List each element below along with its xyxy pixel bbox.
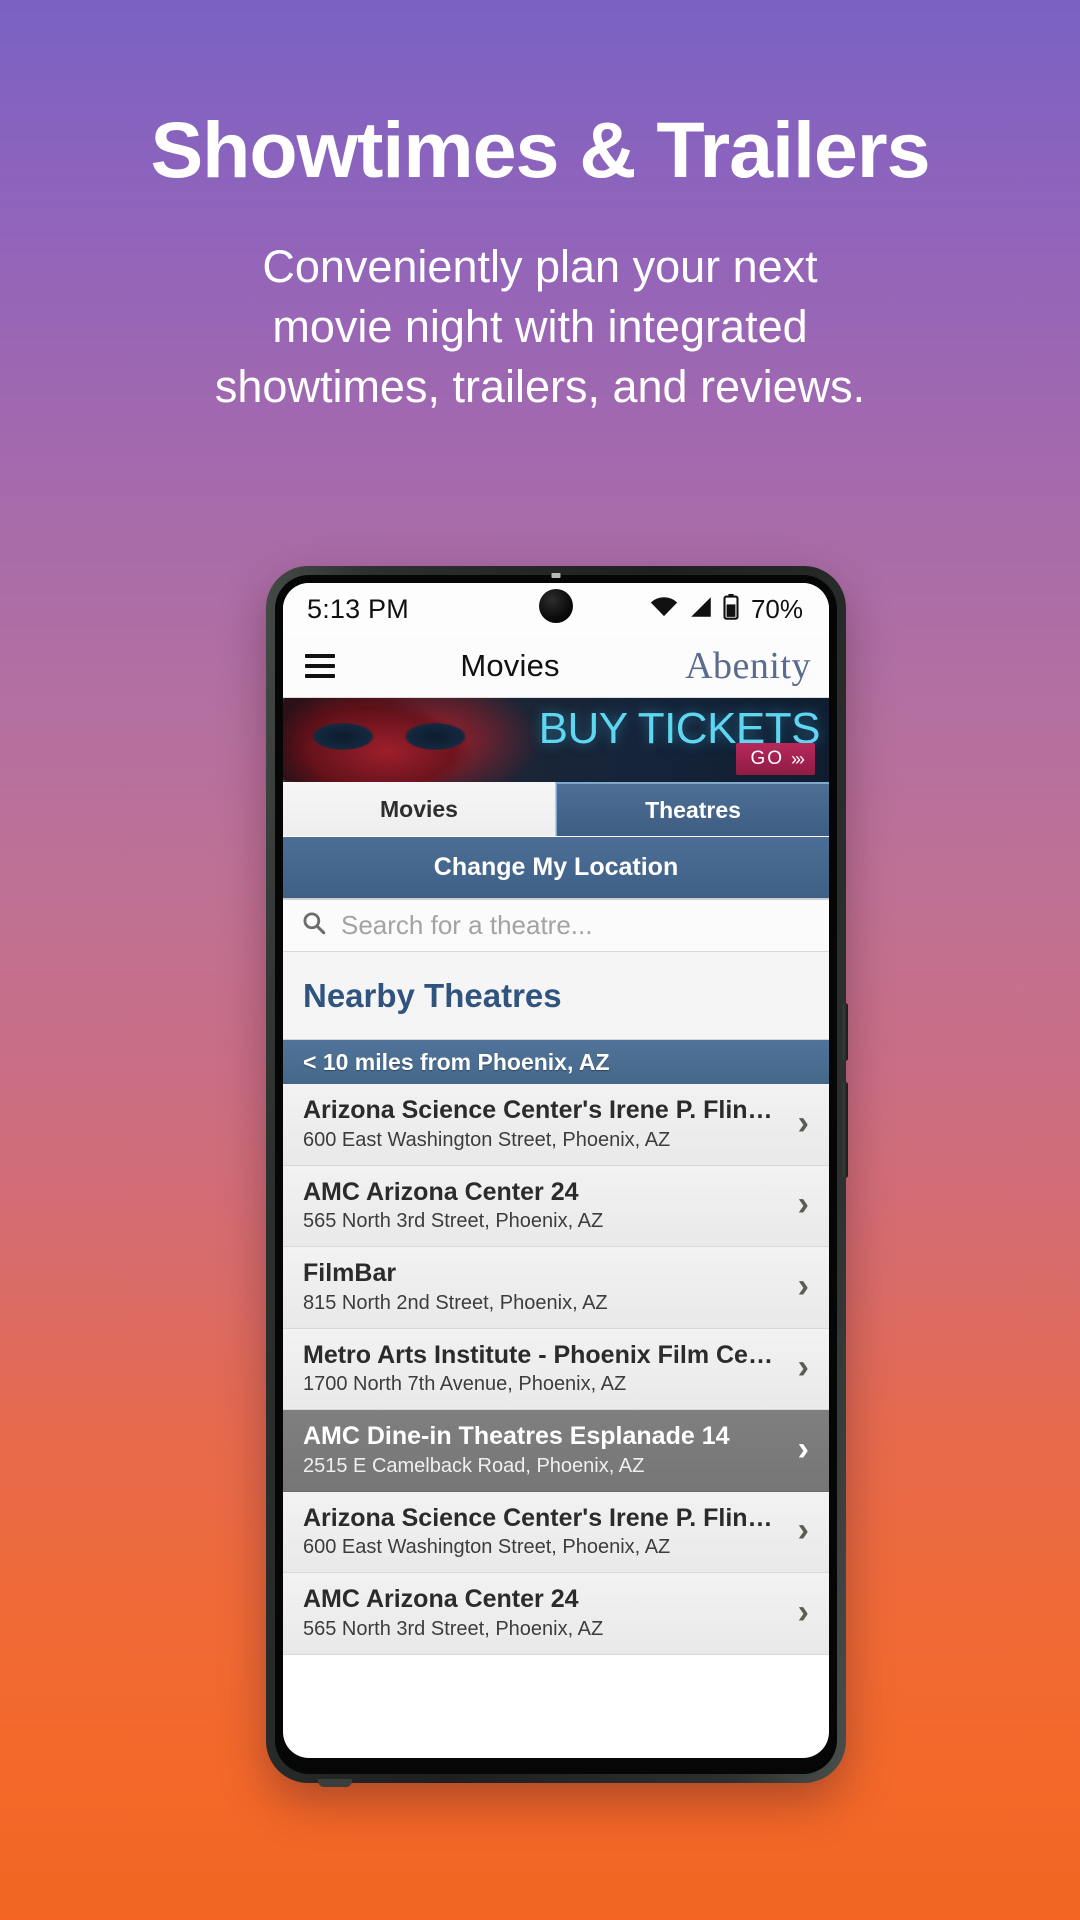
phone-bottom-nub <box>318 1779 352 1787</box>
theatre-address: 815 North 2nd Street, Phoenix, AZ <box>303 1291 608 1314</box>
theatre-info: Arizona Science Center's Irene P. Flinn … <box>303 1503 786 1560</box>
phone-device-frame: 5:13 PM 70% Movies Abenity BUY TICKETS G… <box>266 566 848 1787</box>
theatre-info: Arizona Science Center's Irene P. Flinn … <box>303 1095 786 1152</box>
phone-bezel: 5:13 PM 70% Movies Abenity BUY TICKETS G… <box>275 575 837 1774</box>
search-icon <box>301 910 327 941</box>
tab-bar: Movies Theatres <box>283 782 829 836</box>
promo-subtitle-line-3: showtimes, trailers, and reviews. <box>214 360 866 412</box>
chevron-right-triple-icon: ››› <box>791 748 805 769</box>
chevron-right-icon: › <box>797 1185 809 1224</box>
hamburger-menu-icon[interactable] <box>305 654 335 678</box>
chevron-right-icon: › <box>797 1266 809 1305</box>
theatre-address: 2515 E Camelback Road, Phoenix, AZ <box>303 1454 645 1477</box>
app-header-title: Movies <box>460 648 560 683</box>
list-item[interactable]: Arizona Science Center's Irene P. Flinn … <box>283 1491 829 1573</box>
chevron-right-icon: › <box>797 1429 809 1468</box>
hamburger-bar <box>305 654 335 658</box>
tab-movies[interactable]: Movies <box>283 782 556 836</box>
theatre-info: FilmBar 815 North 2nd Street, Phoenix, A… <box>303 1258 608 1315</box>
list-item[interactable]: AMC Arizona Center 24 565 North 3rd Stre… <box>283 1165 829 1247</box>
theatre-info: AMC Arizona Center 24 565 North 3rd Stre… <box>303 1584 603 1641</box>
cellular-signal-icon <box>688 596 714 623</box>
theatre-info: Metro Arts Institute - Phoenix Film Cent… <box>303 1340 786 1397</box>
list-item[interactable]: FilmBar 815 North 2nd Street, Phoenix, A… <box>283 1247 829 1329</box>
wifi-icon <box>649 596 679 623</box>
theatre-address: 600 East Washington Street, Phoenix, AZ <box>303 1536 671 1558</box>
status-bar: 5:13 PM 70% <box>283 583 829 635</box>
chevron-right-icon: › <box>797 1348 809 1387</box>
hamburger-bar <box>305 664 335 668</box>
theatre-address: 1700 North 7th Avenue, Phoenix, AZ <box>303 1373 627 1395</box>
promo-subtitle: Conveniently plan your next movie night … <box>0 237 1080 417</box>
chevron-right-icon: › <box>797 1103 809 1142</box>
spiderman-mask-artwork <box>283 698 497 782</box>
chevron-right-icon: › <box>797 1592 809 1631</box>
promo-subtitle-line-2: movie night with integrated <box>272 300 808 352</box>
battery-percent-label: 70% <box>750 593 803 624</box>
app-header: Movies Abenity <box>283 635 829 698</box>
theatre-address: 600 East Washington Street, Phoenix, AZ <box>303 1128 671 1151</box>
theatre-info: AMC Arizona Center 24 565 North 3rd Stre… <box>303 1177 603 1234</box>
theatre-info: AMC Dine-in Theatres Esplanade 14 2515 E… <box>303 1421 730 1478</box>
nearby-theatres-heading: Nearby Theatres <box>283 952 829 1040</box>
theatre-list: Arizona Science Center's Irene P. Flinn … <box>283 1084 829 1655</box>
power-button[interactable] <box>843 1082 848 1178</box>
front-camera-punchhole <box>539 589 573 623</box>
battery-icon <box>723 593 739 625</box>
abenity-logo: Abenity <box>685 645 811 687</box>
page-title: Showtimes & Trailers <box>150 105 930 194</box>
list-item-selected[interactable]: AMC Dine-in Theatres Esplanade 14 2515 E… <box>283 1410 829 1492</box>
antenna-band-dot <box>551 573 561 578</box>
theatre-name: Arizona Science Center's Irene P. Flinn … <box>303 1096 786 1124</box>
theatre-address: 565 North 3rd Street, Phoenix, AZ <box>303 1617 604 1640</box>
banner-go-button[interactable]: GO ››› <box>736 743 815 775</box>
promo-subtitle-line-1: Conveniently plan your next <box>262 241 818 292</box>
theatre-name: Metro Arts Institute - Phoenix Film Cent… <box>303 1340 786 1369</box>
theatre-name: Arizona Science Center's Irene P. Flinn … <box>303 1503 786 1532</box>
volume-button[interactable] <box>843 1003 848 1061</box>
theatre-name: FilmBar <box>303 1259 397 1287</box>
search-input[interactable] <box>341 910 811 941</box>
hamburger-bar <box>305 674 335 678</box>
buy-tickets-banner[interactable]: BUY TICKETS GO ››› <box>283 698 829 782</box>
banner-go-label: GO <box>750 748 785 769</box>
change-location-button[interactable]: Change My Location <box>283 836 829 898</box>
chevron-right-icon: › <box>797 1511 809 1550</box>
theatre-name: AMC Dine-in Theatres Esplanade 14 <box>303 1422 730 1450</box>
promo-block: Showtimes & Trailers Conveniently plan y… <box>0 0 1080 417</box>
theatre-name: AMC Arizona Center 24 <box>303 1177 579 1206</box>
list-item[interactable]: Arizona Science Center's Irene P. Flinn … <box>283 1084 829 1166</box>
tab-theatres[interactable]: Theatres <box>556 782 829 836</box>
phone-screen: 5:13 PM 70% Movies Abenity BUY TICKETS G… <box>283 583 829 1758</box>
list-item[interactable]: AMC Arizona Center 24 565 North 3rd Stre… <box>283 1573 829 1655</box>
theatre-name: AMC Arizona Center 24 <box>303 1585 579 1613</box>
status-bar-icons: 70% <box>649 593 803 625</box>
distance-section-header: < 10 miles from Phoenix, AZ <box>283 1040 829 1084</box>
list-item[interactable]: Metro Arts Institute - Phoenix Film Cent… <box>283 1328 829 1410</box>
theatre-address: 565 North 3rd Street, Phoenix, AZ <box>303 1210 604 1232</box>
status-bar-time: 5:13 PM <box>307 593 409 624</box>
search-bar <box>283 898 829 952</box>
